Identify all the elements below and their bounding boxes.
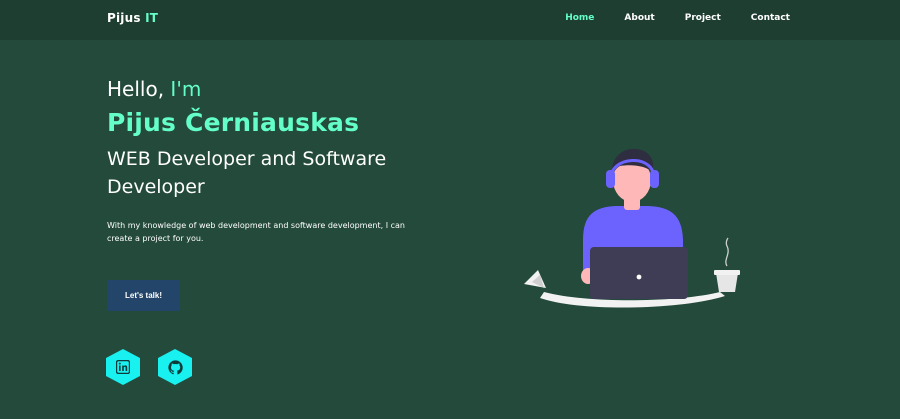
- logo-main: Pijus: [107, 11, 141, 25]
- cup-icon: [716, 273, 738, 292]
- nav-home[interactable]: Home: [565, 13, 594, 23]
- hero-description: With my knowledge of web development and…: [107, 221, 405, 243]
- linkedin-icon: [116, 360, 130, 374]
- greeting-accent: I'm: [170, 77, 202, 101]
- greeting-text: Hello,: [107, 77, 165, 101]
- logo[interactable]: Pijus IT: [107, 11, 158, 25]
- nav-contact[interactable]: Contact: [751, 13, 790, 23]
- laptop-icon: [590, 247, 688, 299]
- laptop-logo: [636, 274, 642, 280]
- hero-section: Hello, I'm Pijus Černiauskas WEB Develop…: [107, 75, 437, 245]
- github-icon: [167, 359, 183, 374]
- linkedin-link[interactable]: [106, 349, 140, 385]
- developer-illustration: [524, 148, 740, 308]
- steam-icon: [725, 237, 729, 267]
- headphones-left: [606, 170, 615, 188]
- navbar: Pijus IT Home About Project Contact: [0, 0, 900, 40]
- hero-role: WEB Developer and Software Developer: [107, 148, 387, 198]
- headphones-right: [650, 170, 659, 188]
- nav-menu: Home About Project Contact: [535, 13, 790, 23]
- lets-talk-button[interactable]: Let's talk!: [107, 280, 180, 311]
- cup-rim: [714, 270, 740, 275]
- logo-accent: IT: [145, 11, 159, 25]
- github-link[interactable]: [158, 349, 192, 385]
- nav-project[interactable]: Project: [685, 13, 721, 23]
- nav-about[interactable]: About: [624, 13, 654, 23]
- greeting: Hello, I'm: [107, 75, 437, 103]
- hero-name: Pijus Černiauskas: [107, 108, 360, 137]
